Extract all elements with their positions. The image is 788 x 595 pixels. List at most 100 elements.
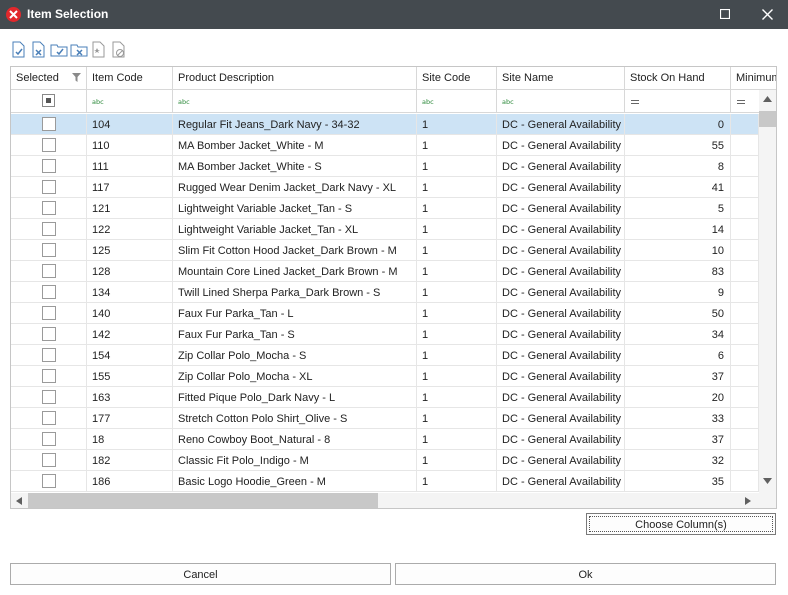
filter-cell-minimum[interactable] (731, 90, 759, 112)
selected-cell[interactable] (11, 240, 87, 261)
column-header-selected[interactable]: Selected (11, 67, 87, 90)
product-description-cell: Regular Fit Jeans_Dark Navy - 34-32 (173, 114, 417, 135)
column-header-site-name[interactable]: Site Name (497, 67, 625, 90)
table-row[interactable]: 111 MA Bomber Jacket_White - S 1 DC - Gener… (11, 156, 759, 177)
scroll-down-icon[interactable] (763, 478, 772, 484)
row-checkbox[interactable] (42, 306, 56, 320)
table-row[interactable]: 125 Slim Fit Cotton Hood Jacket_Dark Brow… (11, 240, 759, 261)
product-description-cell: Stretch Cotton Polo Shirt_Olive - S (173, 408, 417, 429)
stock-on-hand-cell: 41 (625, 177, 731, 198)
row-checkbox[interactable] (42, 285, 56, 299)
filter-cell-site-code[interactable]: abc (417, 90, 497, 112)
filter-cell-selected[interactable] (11, 90, 87, 112)
column-header-minimum[interactable]: Minimum (731, 67, 776, 90)
selected-cell[interactable] (11, 429, 87, 450)
stock-on-hand-cell: 83 (625, 261, 731, 282)
scroll-left-icon[interactable] (16, 497, 22, 505)
filter-cell-product-description[interactable]: abc (173, 90, 417, 112)
scroll-up-icon[interactable] (763, 96, 772, 102)
row-checkbox[interactable] (42, 201, 56, 215)
selected-cell[interactable] (11, 219, 87, 240)
selected-cell[interactable] (11, 471, 87, 492)
site-code-cell: 1 (417, 303, 497, 324)
row-checkbox[interactable] (42, 369, 56, 383)
row-checkbox[interactable] (42, 348, 56, 362)
selected-cell[interactable] (11, 114, 87, 135)
column-header-site-code[interactable]: Site Code (417, 67, 497, 90)
filter-cell-item-code[interactable]: abc (87, 90, 173, 112)
site-name-cell: DC - General Availability (497, 345, 625, 366)
select-folder-icon[interactable] (50, 41, 68, 59)
close-button[interactable] (750, 0, 786, 29)
table-row[interactable]: 140 Faux Fur Parka_Tan - L 1 DC - General A… (11, 303, 759, 324)
row-checkbox[interactable] (42, 243, 56, 257)
vertical-scrollbar[interactable] (759, 90, 776, 493)
row-checkbox[interactable] (42, 411, 56, 425)
selected-cell[interactable] (11, 303, 87, 324)
table-row[interactable]: 110 MA Bomber Jacket_White - M 1 DC - Gener… (11, 135, 759, 156)
ok-button[interactable]: Ok (395, 563, 776, 585)
site-code-cell: 1 (417, 240, 497, 261)
filter-cell-stock-on-hand[interactable] (625, 90, 731, 112)
selected-cell[interactable] (11, 282, 87, 303)
row-checkbox[interactable] (42, 327, 56, 341)
column-header-product-description[interactable]: Product Description (173, 67, 417, 90)
selected-cell[interactable] (11, 366, 87, 387)
selected-cell[interactable] (11, 198, 87, 219)
scroll-right-icon[interactable] (745, 497, 751, 505)
row-checkbox[interactable] (42, 453, 56, 467)
table-row[interactable]: 182 Classic Fit Polo_Indigo - M 1 DC - Gene… (11, 450, 759, 471)
column-header-item-code[interactable]: Item Code (87, 67, 173, 90)
selected-cell[interactable] (11, 177, 87, 198)
selected-cell[interactable] (11, 408, 87, 429)
choose-columns-button[interactable]: Choose Column(s) (586, 513, 776, 535)
horizontal-scrollbar[interactable] (11, 493, 759, 508)
selected-cell[interactable] (11, 261, 87, 282)
clear-folder-icon[interactable] (70, 41, 88, 59)
selected-cell[interactable] (11, 324, 87, 345)
row-checkbox[interactable] (42, 390, 56, 404)
maximize-button[interactable] (708, 0, 744, 29)
table-row[interactable]: 186 Basic Logo Hoodie_Green - M 1 DC - Gene… (11, 471, 759, 492)
cancel-button[interactable]: Cancel (10, 563, 391, 585)
table-row[interactable]: 121 Lightweight Variable Jacket_Tan - S1D… (11, 198, 759, 219)
row-checkbox[interactable] (42, 222, 56, 236)
site-name-cell: DC - General Availability (497, 366, 625, 387)
minimum-cell (731, 366, 759, 387)
row-checkbox[interactable] (42, 264, 56, 278)
horizontal-scroll-thumb[interactable] (28, 493, 378, 508)
table-row[interactable]: 134 Twill Lined Sherpa Parka_Dark Brown -… (11, 282, 759, 303)
table-row[interactable]: 104 Regular Fit Jeans_Dark Navy - 34-32 1 D… (11, 114, 759, 135)
row-checkbox[interactable] (42, 159, 56, 173)
column-header-stock-on-hand[interactable]: Stock On Hand (625, 67, 731, 90)
selected-cell[interactable] (11, 450, 87, 471)
vertical-scroll-thumb[interactable] (759, 111, 776, 127)
row-checkbox[interactable] (42, 474, 56, 488)
scrollbar-corner (759, 493, 776, 508)
table-row[interactable]: 155 Zip Collar Polo_Mocha - XL 1 DC - Gener… (11, 366, 759, 387)
select-all-checkbox[interactable] (42, 94, 55, 107)
exclude-icon[interactable] (110, 41, 128, 59)
row-checkbox[interactable] (42, 117, 56, 131)
table-row[interactable]: 142 Faux Fur Parka_Tan - S 1 DC - General A… (11, 324, 759, 345)
table-row[interactable]: 117 Rugged Wear Denim Jacket_Dark Navy - … (11, 177, 759, 198)
table-row[interactable]: 18 Reno Cowboy Boot_Natural - 8 1 DC - Gene… (11, 429, 759, 450)
selected-cell[interactable] (11, 156, 87, 177)
filter-icon[interactable] (72, 73, 81, 82)
table-row[interactable]: 163 Fitted Pique Polo_Dark Navy - L 1 DC - … (11, 387, 759, 408)
selected-cell[interactable] (11, 387, 87, 408)
minimum-cell (731, 408, 759, 429)
filter-cell-site-name[interactable]: abc (497, 90, 625, 112)
clear-selection-icon[interactable] (30, 41, 48, 59)
selected-cell[interactable] (11, 135, 87, 156)
favorite-icon[interactable] (90, 41, 108, 59)
table-row[interactable]: 122 Lightweight Variable Jacket_Tan - XL 1… (11, 219, 759, 240)
table-row[interactable]: 154 Zip Collar Polo_Mocha - S 1 DC - Genera… (11, 345, 759, 366)
selected-cell[interactable] (11, 345, 87, 366)
select-all-icon[interactable] (10, 41, 28, 59)
row-checkbox[interactable] (42, 180, 56, 194)
table-row[interactable]: 128 Mountain Core Lined Jacket_Dark Brown… (11, 261, 759, 282)
row-checkbox[interactable] (42, 138, 56, 152)
row-checkbox[interactable] (42, 432, 56, 446)
table-row[interactable]: 177 Stretch Cotton Polo Shirt_Olive - S1D… (11, 408, 759, 429)
